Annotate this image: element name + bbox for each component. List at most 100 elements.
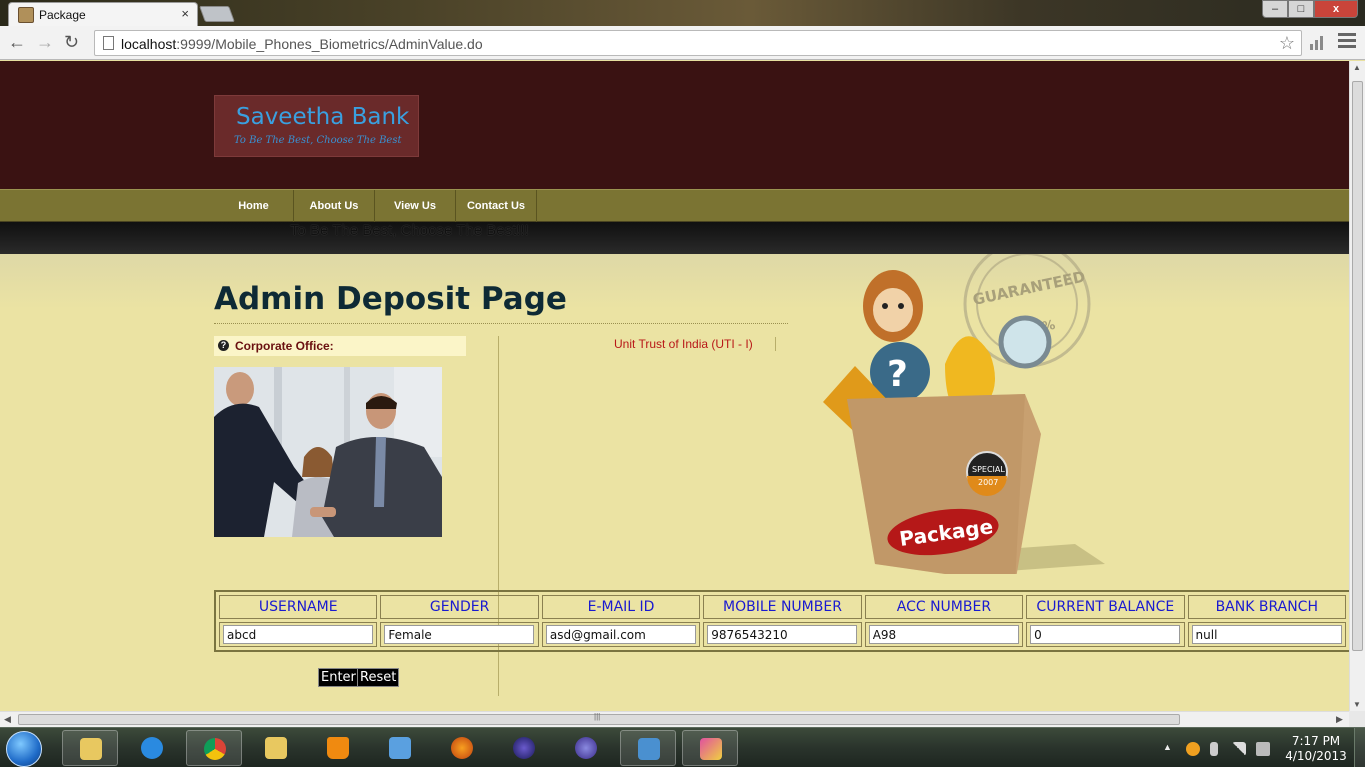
taskbar-vlc[interactable]: [310, 730, 366, 766]
header-current-balance: CURRENT BALANCE: [1026, 595, 1185, 619]
acc-number-field[interactable]: [868, 625, 1019, 644]
scroll-right-arrow-icon[interactable]: ▶: [1336, 714, 1343, 725]
show-desktop-button[interactable]: [1354, 728, 1365, 767]
taskbar-remote-desktop[interactable]: [620, 730, 676, 766]
enter-button[interactable]: Enter: [318, 668, 359, 687]
scroll-corner: [1349, 711, 1365, 727]
scroll-down-arrow-icon[interactable]: ▼: [1353, 700, 1361, 709]
horizontal-scrollbar[interactable]: ◀ ||| ▶: [0, 711, 1349, 727]
clock-date: 4/10/2013: [1285, 749, 1347, 763]
taskbar-explorer[interactable]: [62, 730, 118, 766]
vlc-icon: [327, 737, 349, 759]
deposit-table: USERNAME GENDER E-MAIL ID MOBILE NUMBER …: [214, 590, 1349, 652]
taskbar-chrome[interactable]: [186, 730, 242, 766]
marquee-text: To Be The Best, Choose The Best!!!: [290, 222, 529, 239]
nav-contact-link[interactable]: Contact Us: [456, 190, 537, 223]
special-label: SPECIAL: [972, 465, 1005, 474]
main-nav: Home About Us View Us Contact Us: [0, 189, 1349, 223]
back-arrow-icon[interactable]: ←: [8, 32, 26, 53]
nav-home-link[interactable]: Home: [214, 190, 294, 223]
title-divider: [214, 323, 788, 324]
current-balance-field[interactable]: [1030, 625, 1181, 644]
table-row: [219, 622, 1346, 647]
header-username: USERNAME: [219, 595, 378, 619]
minimize-button[interactable]: –: [1262, 0, 1288, 18]
page-title: Admin Deposit Page: [214, 281, 567, 317]
gender-field[interactable]: [384, 625, 535, 644]
taskbar-firefox[interactable]: [434, 730, 490, 766]
page-icon: [103, 36, 114, 50]
bank-branch-field[interactable]: [1191, 625, 1342, 644]
username-field[interactable]: [223, 625, 373, 644]
address-bar[interactable]: localhost:9999/Mobile_Phones_Biometrics/…: [94, 30, 1302, 56]
uti-link[interactable]: Unit Trust of India (UTI - I): [614, 337, 776, 351]
special-year: 2007: [978, 478, 998, 487]
scroll-grip-icon: |||: [594, 712, 601, 721]
header-acc-number: ACC NUMBER: [864, 595, 1024, 619]
business-handshake-image: [214, 367, 442, 537]
chrome-icon: [204, 738, 226, 760]
bookmark-star-icon[interactable]: ☆: [1279, 33, 1295, 54]
header-mobile: MOBILE NUMBER: [703, 595, 862, 619]
header-email: E-MAIL ID: [541, 595, 701, 619]
corporate-office-label: Corporate Office:: [235, 339, 334, 353]
page-favicon-icon: [18, 7, 34, 23]
tray-update-icon[interactable]: [1186, 742, 1200, 756]
maximize-button[interactable]: □: [1288, 0, 1314, 18]
start-button[interactable]: [6, 731, 42, 767]
media-player-icon: [389, 737, 411, 759]
email-field[interactable]: [545, 625, 696, 644]
taskbar-media-player[interactable]: [372, 730, 428, 766]
browser-toolbar: ← → ↻ localhost:9999/Mobile_Phones_Biome…: [0, 26, 1365, 60]
taskbar-internet-explorer[interactable]: [124, 730, 180, 766]
firefox-icon: [451, 737, 473, 759]
battery-icon[interactable]: [1210, 742, 1218, 756]
folder-icon: [80, 738, 102, 760]
corporate-office-heading: ? Corporate Office:: [214, 336, 466, 356]
svg-text:?: ?: [887, 354, 908, 395]
reset-button[interactable]: Reset: [357, 668, 400, 687]
scroll-left-arrow-icon[interactable]: ◀: [4, 714, 11, 725]
marquee-band: To Be The Best, Choose The Best!!!: [0, 222, 1349, 254]
vertical-scrollbar[interactable]: ▲ ▼: [1349, 61, 1365, 711]
window-titlebar: Package × – □ x: [0, 0, 1365, 26]
scroll-up-arrow-icon[interactable]: ▲: [1353, 63, 1361, 72]
new-tab-button[interactable]: [199, 6, 235, 22]
page-viewport: Saveetha Bank To Be The Best, Choose The…: [0, 61, 1349, 711]
remote-desktop-icon: [638, 738, 660, 760]
network-signal-icon[interactable]: [1232, 742, 1246, 756]
browser-app-icon: [575, 737, 597, 759]
logo-tagline: To Be The Best, Choose The Best: [234, 135, 402, 146]
tab-title: Package: [39, 8, 86, 22]
word-icon: [265, 737, 287, 759]
nav-view-link[interactable]: View Us: [375, 190, 456, 223]
browser-menu-icon[interactable]: [1338, 33, 1356, 49]
stats-icon[interactable]: [1310, 36, 1328, 50]
taskbar-eclipse[interactable]: [496, 730, 552, 766]
taskbar-browser-app[interactable]: [558, 730, 614, 766]
show-hidden-icons-icon[interactable]: ▲: [1163, 742, 1172, 752]
logo-name: Saveetha Bank: [236, 104, 410, 130]
url-text[interactable]: localhost:9999/Mobile_Phones_Biometrics/…: [121, 36, 483, 52]
system-clock[interactable]: 7:17 PM 4/10/2013: [1284, 734, 1348, 764]
package-bag-illustration: GUARANTEED 100% ? Package SPECIAL 2007: [815, 240, 1115, 584]
volume-muted-icon[interactable]: [1256, 742, 1270, 756]
nav-about-link[interactable]: About Us: [294, 190, 375, 223]
mobile-field[interactable]: [707, 625, 858, 644]
clock-time: 7:17 PM: [1291, 734, 1341, 748]
reload-icon[interactable]: ↻: [64, 32, 79, 53]
tab-close-icon[interactable]: ×: [181, 6, 189, 21]
bank-logo[interactable]: Saveetha Bank To Be The Best, Choose The…: [214, 95, 419, 157]
vertical-scroll-thumb[interactable]: [1352, 81, 1363, 651]
site-header: Saveetha Bank To Be The Best, Choose The…: [0, 61, 1349, 189]
eclipse-icon: [513, 737, 535, 759]
browser-tab[interactable]: Package ×: [8, 2, 198, 26]
close-window-button[interactable]: x: [1314, 0, 1358, 18]
taskbar-word[interactable]: [248, 730, 304, 766]
forward-arrow-icon[interactable]: →: [36, 32, 54, 53]
url-host: localhost: [121, 36, 177, 52]
tool-icon: [700, 738, 722, 760]
stamp-text: GUARANTEED: [971, 268, 1087, 309]
url-path: :9999/Mobile_Phones_Biometrics/AdminValu…: [176, 36, 483, 52]
taskbar-tool[interactable]: [682, 730, 738, 766]
